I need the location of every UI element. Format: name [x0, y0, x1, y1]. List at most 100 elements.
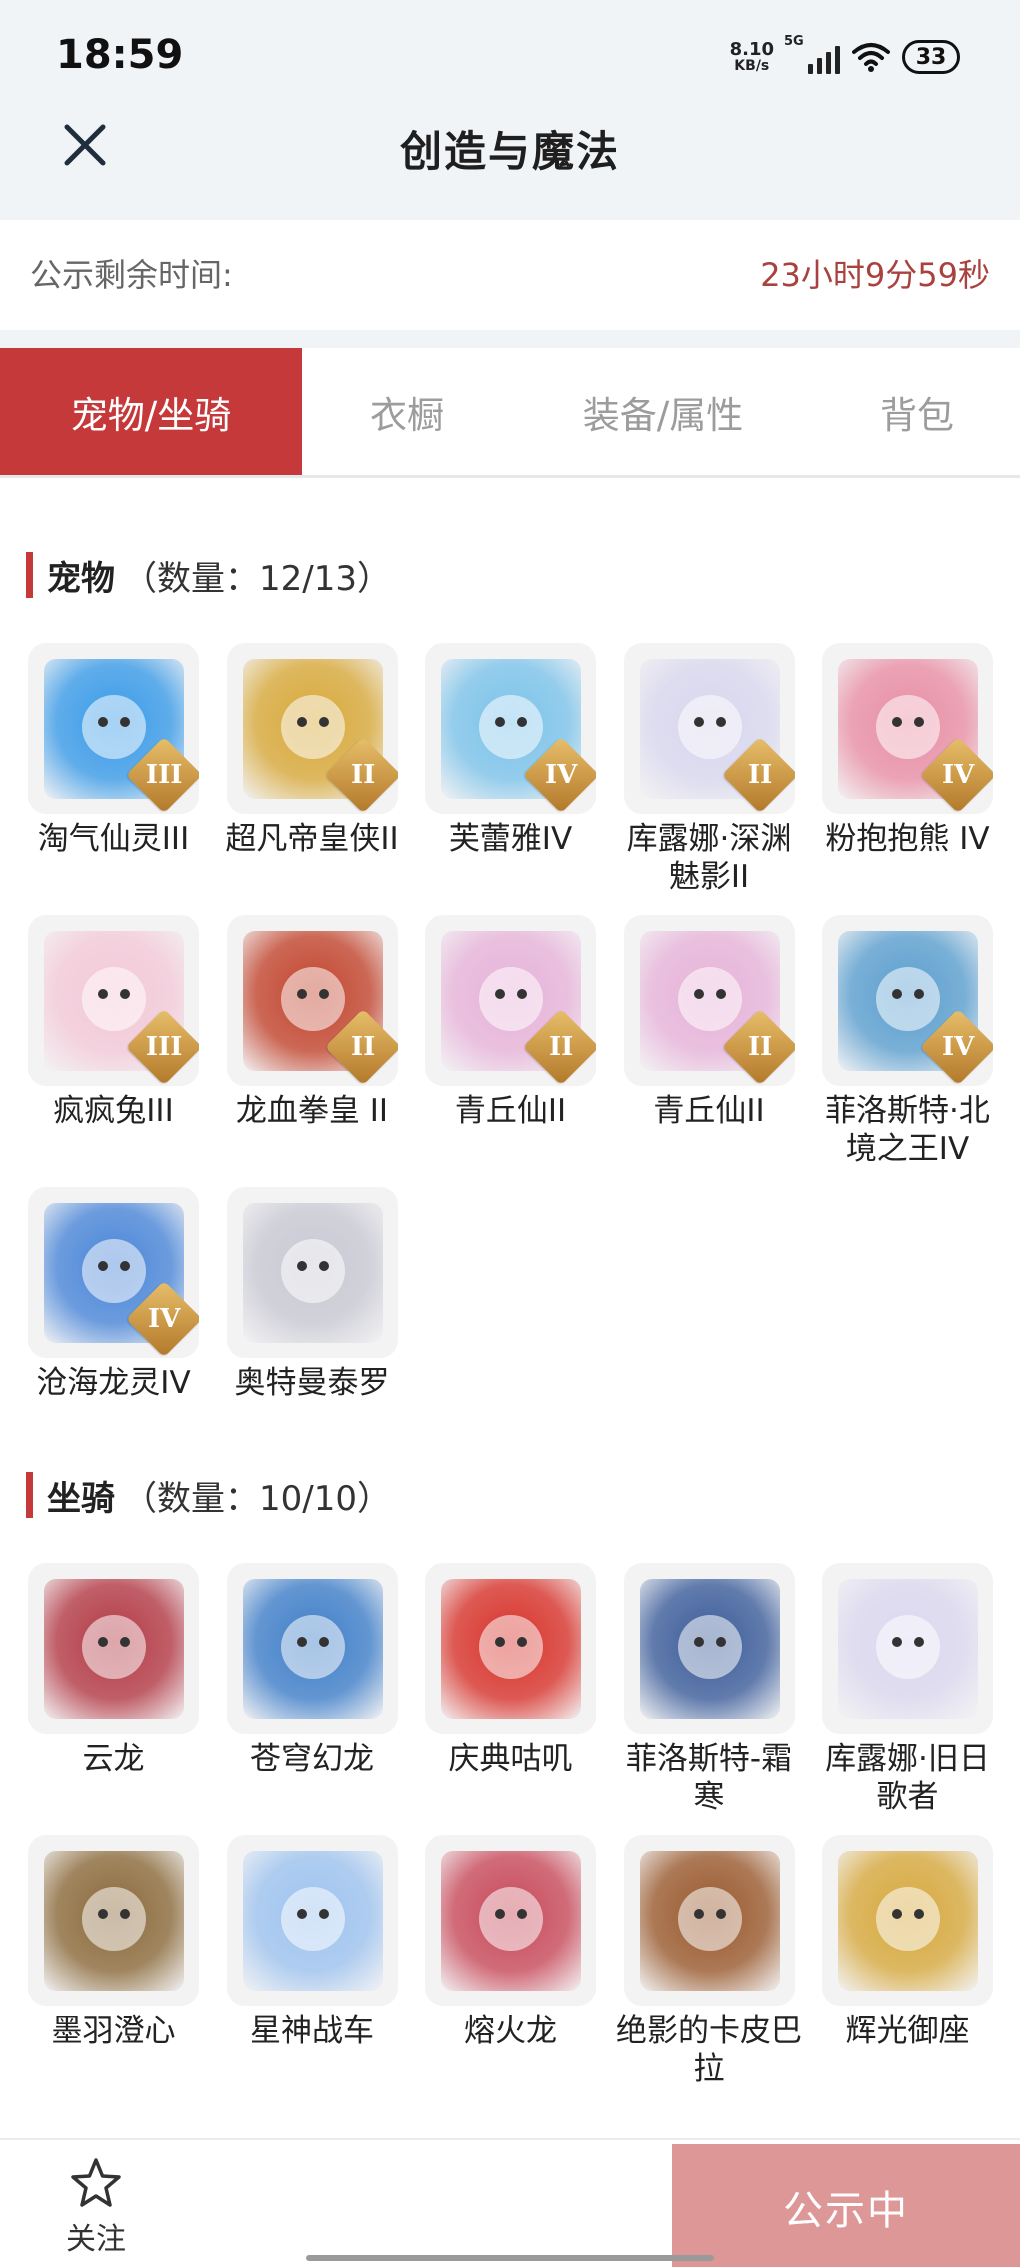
portrait-shape — [876, 1887, 940, 1951]
item-name: 菲洛斯特-霜寒 — [625, 1741, 793, 1815]
publicity-status-button[interactable]: 公示中 — [672, 2144, 1020, 2267]
portrait-shape — [876, 1615, 940, 1679]
tab-wardrobe[interactable]: 衣橱 — [302, 348, 512, 475]
item-thumbnail — [28, 1835, 199, 2006]
tier-label: III — [145, 760, 183, 790]
collection-item[interactable]: II 超凡帝皇侠II — [225, 643, 399, 915]
portrait-eye — [318, 1909, 329, 1919]
net-speed-value: 8.10 — [729, 39, 774, 60]
mounts-section-count: （数量：10/10） — [123, 1478, 391, 1519]
publicity-timer-row: 公示剩余时间: 23小时9分59秒 — [0, 220, 1020, 330]
tab-pets-mounts[interactable]: 宠物/坐骑 — [0, 348, 302, 475]
tab-backpack[interactable]: 背包 — [814, 348, 1020, 475]
item-name: 墨羽澄心 — [51, 2013, 176, 2049]
item-thumbnail — [822, 1563, 993, 1734]
collection-item[interactable]: 庆典咕叽 — [425, 1563, 596, 1835]
collection-item[interactable]: IV 菲洛斯特·北境之王IV — [822, 915, 993, 1187]
follow-button[interactable]: 关注 — [56, 2156, 136, 2258]
portrait-shape — [82, 967, 146, 1031]
screen: 18:59 8.10 KB/s 5G 33 创造与魔法 公示剩余时间: 23小时… — [0, 0, 1020, 2267]
collection-item[interactable]: III 淘气仙灵III — [28, 643, 199, 915]
collection-item[interactable]: 熔火龙 — [425, 1835, 596, 2107]
signal-bar — [808, 64, 813, 74]
item-thumbnail — [425, 1563, 596, 1734]
home-indicator — [306, 2255, 714, 2261]
portrait-eye — [517, 1637, 527, 1647]
collection-item[interactable]: 云龙 — [28, 1563, 199, 1835]
portrait-shape — [82, 1887, 146, 1951]
collection-item[interactable]: II 青丘仙II — [623, 915, 795, 1187]
portrait-eye — [693, 989, 704, 999]
portrait-shape — [479, 695, 543, 759]
signal-bar — [835, 46, 840, 74]
tier-label: II — [350, 759, 375, 790]
collection-item[interactable]: III 疯疯兔III — [28, 915, 199, 1187]
pets-grid: III 淘气仙灵III II 超凡帝皇侠II IV 芙蕾雅IV II 库露娜·深渊魅影II IV… — [28, 643, 1000, 1459]
portrait-shape — [280, 1615, 345, 1679]
portrait-shape — [82, 1615, 146, 1679]
collection-item[interactable]: IV 粉抱抱熊 IV — [822, 643, 993, 915]
portrait-eye — [98, 1909, 108, 1919]
item-name: 库露娜·深渊魅影II — [626, 821, 792, 895]
collection-item[interactable]: II 青丘仙II — [425, 915, 596, 1187]
collection-item[interactable]: II 库露娜·深渊魅影II — [623, 643, 795, 915]
portrait-eye — [98, 1637, 108, 1647]
collection-item[interactable]: 菲洛斯特-霜寒 — [623, 1563, 795, 1835]
portrait-eye — [914, 1909, 924, 1919]
portrait-eye — [318, 989, 329, 999]
portrait-eye — [715, 989, 726, 999]
collection-item[interactable]: IV 芙蕾雅IV — [425, 643, 596, 915]
battery-icon: 33 — [902, 40, 960, 74]
section-accent-bar — [26, 552, 33, 598]
item-name: 菲洛斯特·北境之王IV — [825, 1093, 990, 1167]
item-name: 库露娜·旧日歌者 — [825, 1741, 990, 1815]
item-name: 沧海龙灵IV — [36, 1365, 191, 1401]
portrait-shape — [479, 1887, 543, 1951]
divider — [0, 330, 1020, 348]
portrait-eye — [98, 717, 108, 727]
top-area: 18:59 8.10 KB/s 5G 33 创造与魔法 — [0, 0, 1020, 220]
portrait-shape — [280, 1239, 345, 1303]
tab-equipment-attributes[interactable]: 装备/属性 — [512, 348, 814, 475]
portrait-eye — [120, 717, 130, 727]
collection-item[interactable]: 墨羽澄心 — [28, 1835, 199, 2107]
item-thumbnail: III — [28, 915, 199, 1086]
portrait-shape — [677, 1887, 742, 1951]
item-thumbnail — [425, 1835, 596, 2006]
portrait-eye — [120, 1909, 130, 1919]
status-time: 18:59 — [56, 32, 184, 78]
collection-item[interactable]: IV 沧海龙灵IV — [28, 1187, 199, 1459]
item-name: 星神战车 — [250, 2013, 374, 2049]
item-thumbnail: IV — [822, 915, 993, 1086]
collection-item[interactable]: 星神战车 — [226, 1835, 398, 2107]
item-name: 苍穹幻龙 — [250, 1741, 374, 1777]
collection-item[interactable]: II 龙血拳皇 II — [226, 915, 398, 1187]
item-thumbnail: IV — [28, 1187, 199, 1358]
portrait-shape — [479, 967, 543, 1031]
white-hair-singer-icon — [838, 1579, 978, 1719]
item-thumbnail: IV — [822, 643, 993, 814]
signal-bar — [817, 58, 822, 74]
item-thumbnail — [226, 1187, 398, 1358]
collection-item[interactable]: 苍穹幻龙 — [226, 1563, 398, 1835]
item-name: 绝影的卡皮巴拉 — [616, 2013, 802, 2087]
portrait-eye — [318, 1261, 329, 1271]
page-title: 创造与魔法 — [399, 127, 620, 176]
portrait-eye — [914, 989, 924, 999]
item-name: 云龙 — [82, 1741, 145, 1777]
tier-label: IV — [147, 1304, 181, 1334]
portrait-eye — [693, 1637, 704, 1647]
status-icons: 8.10 KB/s 5G 33 — [729, 34, 960, 78]
collection-item[interactable]: 辉光御座 — [822, 1835, 993, 2107]
item-thumbnail — [226, 1563, 398, 1734]
wifi-icon — [852, 43, 890, 72]
collection-item[interactable]: 库露娜·旧日歌者 — [822, 1563, 993, 1835]
tier-label: IV — [941, 760, 975, 790]
item-thumbnail: IV — [425, 643, 596, 814]
item-name: 粉抱抱熊 IV — [825, 821, 990, 857]
collection-item[interactable]: 奥特曼泰罗 — [226, 1187, 398, 1459]
portrait-eye — [517, 1909, 527, 1919]
collection-item[interactable]: 绝影的卡皮巴拉 — [616, 1835, 802, 2107]
portrait-eye — [517, 717, 527, 727]
item-thumbnail — [623, 1563, 795, 1734]
